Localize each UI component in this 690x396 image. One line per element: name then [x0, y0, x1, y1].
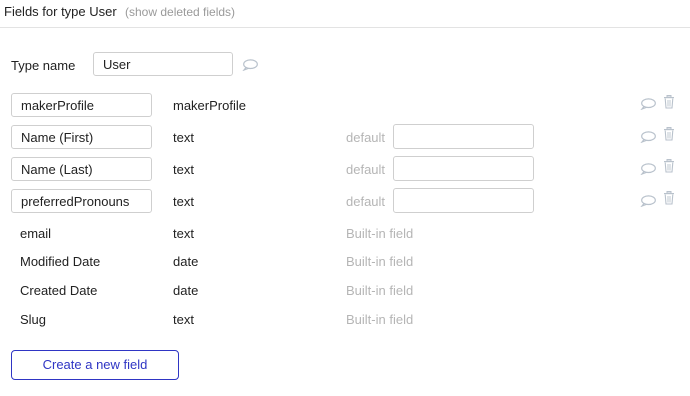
builtin-field-note: Built-in field: [346, 283, 414, 298]
default-label: default: [346, 194, 386, 209]
default-label: default: [346, 130, 386, 145]
field-comment-icon[interactable]: [640, 131, 656, 143]
default-label: default: [346, 162, 386, 177]
builtin-field-note: Built-in field: [346, 312, 414, 327]
default-value-input[interactable]: [393, 124, 534, 149]
builtin-field-name: Created Date: [20, 283, 98, 298]
default-value-input[interactable]: [393, 156, 534, 181]
field-comment-icon[interactable]: [640, 163, 656, 175]
delete-field-icon[interactable]: [663, 191, 675, 205]
builtin-field-name: email: [20, 226, 52, 241]
field-type: text: [173, 162, 194, 177]
field-type: date: [173, 283, 199, 298]
field-type: date: [173, 254, 199, 269]
field-comment-icon[interactable]: [640, 195, 656, 207]
type-name-input[interactable]: [93, 52, 233, 76]
default-value-input[interactable]: [393, 188, 534, 213]
builtin-field-note: Built-in field: [346, 226, 414, 241]
builtin-field-name: Slug: [20, 312, 47, 327]
page-title: Fields for type User: [4, 4, 117, 19]
field-type: text: [173, 312, 194, 327]
builtin-field-name: Modified Date: [20, 254, 101, 269]
show-deleted-fields-link[interactable]: (show deleted fields): [125, 5, 235, 19]
field-name-input[interactable]: [11, 157, 152, 181]
delete-field-icon[interactable]: [663, 159, 675, 173]
field-name-input[interactable]: [11, 189, 152, 213]
field-name-input[interactable]: [11, 93, 152, 117]
delete-field-icon[interactable]: [663, 127, 675, 141]
type-comment-icon[interactable]: [242, 59, 258, 71]
delete-field-icon[interactable]: [663, 95, 675, 109]
field-comment-icon[interactable]: [640, 98, 656, 110]
page-header: Fields for type User (show deleted field…: [0, 0, 690, 28]
field-type: text: [173, 194, 194, 209]
type-name-label: Type name: [11, 58, 76, 73]
field-name-input[interactable]: [11, 125, 152, 149]
field-type: text: [173, 130, 194, 145]
field-type: text: [173, 226, 194, 241]
create-new-field-button[interactable]: Create a new field: [11, 350, 179, 380]
field-type: makerProfile: [173, 98, 246, 113]
builtin-field-note: Built-in field: [346, 254, 414, 269]
